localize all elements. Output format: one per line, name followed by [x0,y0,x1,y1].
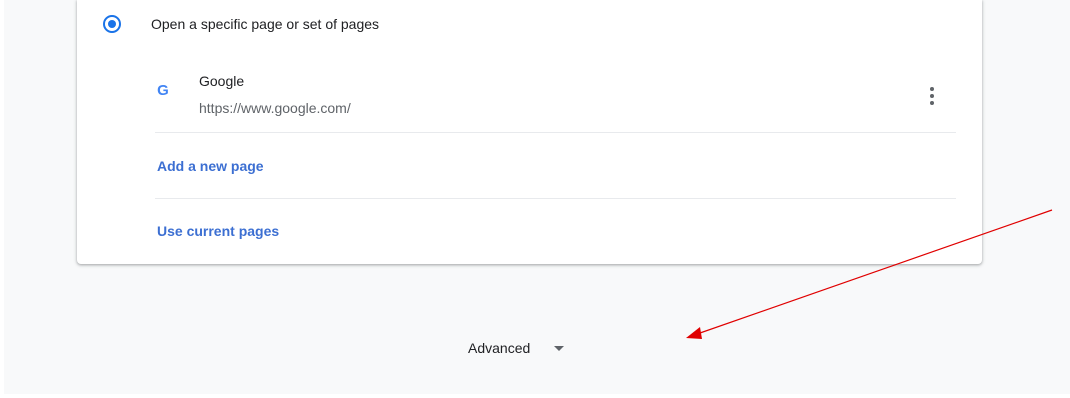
annotation-arrow-head [686,327,702,339]
annotation-arrow [686,209,1053,339]
annotation-arrow-line [699,209,1053,334]
